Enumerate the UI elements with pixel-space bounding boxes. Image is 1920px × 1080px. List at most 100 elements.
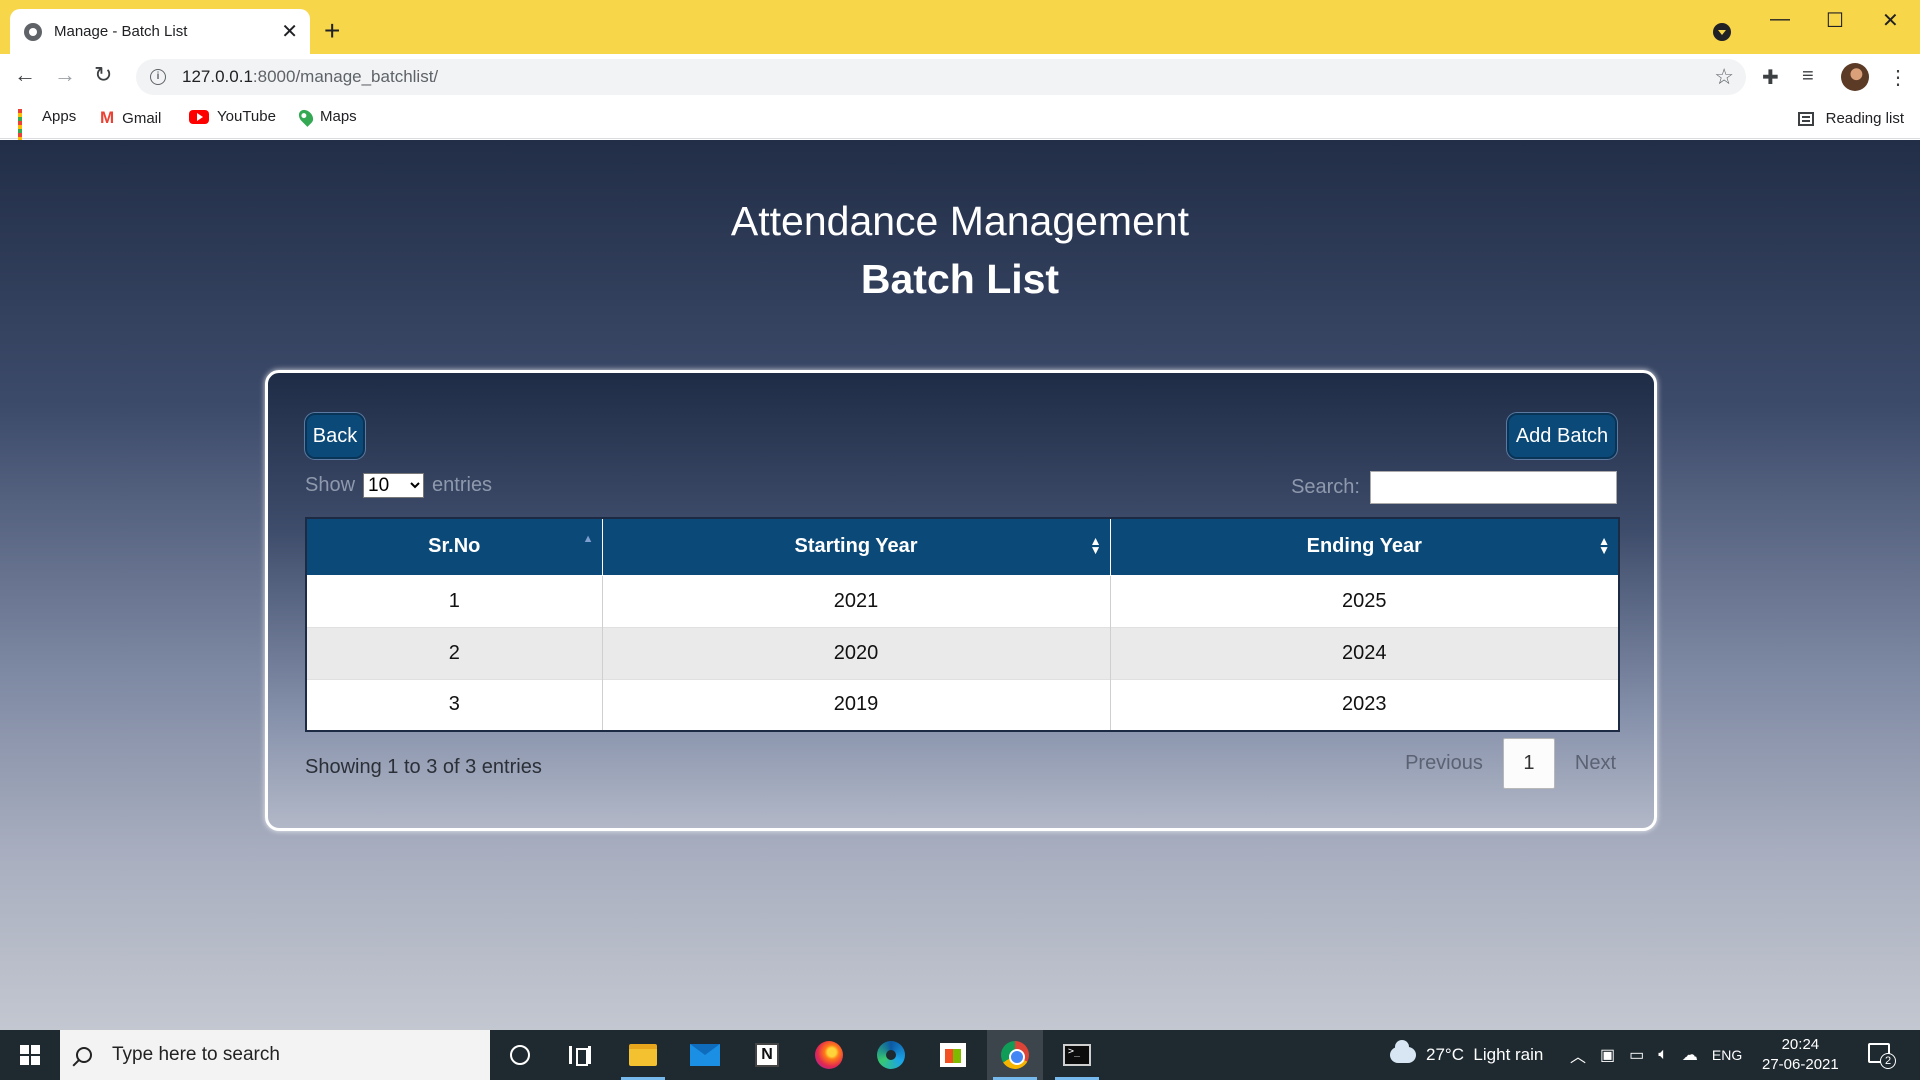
terminal-icon: >_ [1063, 1044, 1091, 1066]
tab-title: Manage - Batch List [54, 23, 188, 40]
entries-length-control: Show 10 entries [305, 473, 492, 498]
profile-avatar[interactable] [1841, 63, 1869, 91]
edge-icon [877, 1041, 905, 1069]
search-input[interactable] [1370, 471, 1617, 504]
clock-time: 20:24 [1781, 1036, 1820, 1053]
bookmark-label: Apps [42, 108, 77, 125]
mail-app[interactable] [677, 1030, 733, 1080]
youtube-icon [189, 109, 209, 124]
column-header-srno[interactable]: Sr.No ▲ [305, 517, 603, 576]
previous-page-button[interactable]: Previous [1385, 752, 1503, 775]
cell-srno: 2 [306, 626, 603, 679]
system-tray: ︿ ▣ ▭ 🔈︎ ☁ ENG [1570, 1030, 1742, 1080]
notification-count-badge: 2 [1880, 1053, 1896, 1069]
store-app[interactable] [925, 1030, 981, 1080]
bookmark-label: YouTube [217, 108, 276, 125]
meet-now-icon[interactable]: ▣ [1600, 1045, 1615, 1065]
sort-ascending-icon: ▲ [582, 533, 594, 545]
chrome-app[interactable] [987, 1030, 1043, 1080]
app-title: Attendance Management [730, 198, 1190, 244]
bookmark-gmail[interactable]: M Gmail [100, 108, 161, 128]
page-background: Attendance Management Batch List Back Ad… [0, 140, 1920, 1030]
entries-label: entries [432, 474, 493, 496]
battery-icon[interactable]: ▭ [1629, 1045, 1644, 1065]
cell-starting-year: 2019 [602, 678, 1111, 731]
tab-search-icon[interactable] [1713, 23, 1731, 41]
page-title: Batch List [860, 256, 1060, 302]
forward-arrow-icon[interactable]: → [54, 62, 76, 88]
terminal-app[interactable]: >_ [1049, 1030, 1105, 1080]
table-info: Showing 1 to 3 of 3 entries [305, 756, 542, 778]
new-tab-icon[interactable]: + [324, 17, 340, 45]
page-number-button[interactable]: 1 [1502, 738, 1555, 789]
site-info-icon[interactable]: i [150, 69, 166, 85]
url-text: 127.0.0.1:8000/manage_batchlist/ [182, 67, 439, 86]
gmail-icon: M [100, 108, 115, 127]
close-tab-icon[interactable]: ✕ [281, 22, 298, 42]
back-button[interactable]: Back [305, 413, 365, 459]
windows-taskbar: Type here to search N >_ 27°C Light rain… [0, 1030, 1920, 1080]
browser-tab-strip: Manage - Batch List ✕ + — ☐ ✕ [0, 0, 1920, 54]
column-header-label: Sr.No [428, 535, 481, 558]
address-bar[interactable]: i 127.0.0.1:8000/manage_batchlist/ ☆ [136, 59, 1746, 95]
next-page-button[interactable]: Next [1555, 752, 1636, 775]
cell-ending-year: 2024 [1110, 626, 1620, 679]
apps-grid-icon [18, 108, 34, 145]
cell-srno: 1 [306, 574, 603, 627]
bookmark-star-icon[interactable]: ☆ [1714, 64, 1734, 90]
table-row: 1 2021 2025 [306, 574, 1620, 627]
cell-starting-year: 2020 [602, 626, 1111, 679]
start-button[interactable] [0, 1030, 60, 1080]
bookmark-maps[interactable]: Maps [296, 106, 357, 127]
bookmark-label: Maps [320, 108, 357, 125]
bookmark-apps[interactable]: Apps [18, 108, 77, 145]
table-row: 3 2019 2023 [306, 678, 1620, 731]
search-icon [76, 1047, 92, 1063]
column-header-label: Ending Year [1306, 535, 1422, 558]
file-explorer-app[interactable] [615, 1030, 671, 1080]
cloud-rain-icon [1390, 1040, 1416, 1063]
notion-app[interactable]: N [739, 1030, 795, 1080]
reading-list-button[interactable]: Reading list [1797, 110, 1904, 127]
reading-list-icon [1797, 111, 1814, 126]
column-header-ending-year[interactable]: Ending Year ▲ ▼ [1109, 517, 1620, 576]
clock[interactable]: 20:24 27-06-2021 [1762, 1035, 1839, 1075]
reading-list-label: Reading list [1825, 110, 1904, 127]
batch-table: Sr.No ▲ Starting Year ▲ ▼ Ending Year ▲ ▼ … [305, 517, 1620, 732]
onedrive-cloud-icon[interactable]: ☁ [1682, 1045, 1698, 1065]
taskbar-search-placeholder: Type here to search [112, 1044, 280, 1065]
search-label: Search: [1291, 476, 1360, 498]
cortana-button[interactable] [492, 1030, 548, 1080]
page-length-select[interactable]: 10 [363, 473, 425, 498]
browser-tab[interactable]: Manage - Batch List ✕ [10, 9, 310, 54]
browser-toolbar: ← → ↻ i 127.0.0.1:8000/manage_batchlist/… [0, 54, 1920, 100]
edge-app[interactable] [863, 1030, 919, 1080]
extensions-puzzle-icon[interactable]: ✚ [1762, 65, 1779, 90]
show-label: Show [305, 474, 356, 496]
table-row: 2 2020 2024 [306, 626, 1620, 679]
reload-icon[interactable]: ↻ [94, 62, 112, 88]
weather-widget[interactable]: 27°C Light rain [1390, 1030, 1543, 1080]
firefox-app[interactable] [801, 1030, 857, 1080]
taskbar-search-box[interactable]: Type here to search [60, 1030, 490, 1080]
minimize-icon[interactable]: — [1770, 8, 1790, 31]
chevron-up-icon[interactable]: ︿ [1570, 1043, 1586, 1067]
task-view-button[interactable] [552, 1030, 608, 1080]
column-header-label: Starting Year [794, 535, 918, 558]
firefox-icon [815, 1041, 843, 1069]
maximize-icon[interactable]: ☐ [1826, 8, 1844, 33]
language-indicator[interactable]: ENG [1712, 1047, 1742, 1063]
bookmark-youtube[interactable]: YouTube [189, 108, 276, 125]
bookmark-label: Gmail [122, 109, 162, 127]
add-batch-button[interactable]: Add Batch [1507, 413, 1617, 459]
menu-kebab-icon[interactable]: ⋮ [1888, 65, 1908, 90]
volume-icon[interactable]: 🔈︎ [1658, 1046, 1668, 1064]
cell-ending-year: 2023 [1110, 678, 1620, 731]
mail-icon [690, 1044, 720, 1066]
column-header-starting-year[interactable]: Starting Year ▲ ▼ [601, 517, 1111, 576]
notification-center-icon[interactable]: 2 [1868, 1043, 1896, 1069]
close-window-icon[interactable]: ✕ [1882, 8, 1899, 33]
back-arrow-icon[interactable]: ← [14, 62, 36, 88]
weather-text: 27°C Light rain [1426, 1045, 1544, 1064]
media-queue-icon[interactable]: ≡ [1802, 65, 1814, 88]
